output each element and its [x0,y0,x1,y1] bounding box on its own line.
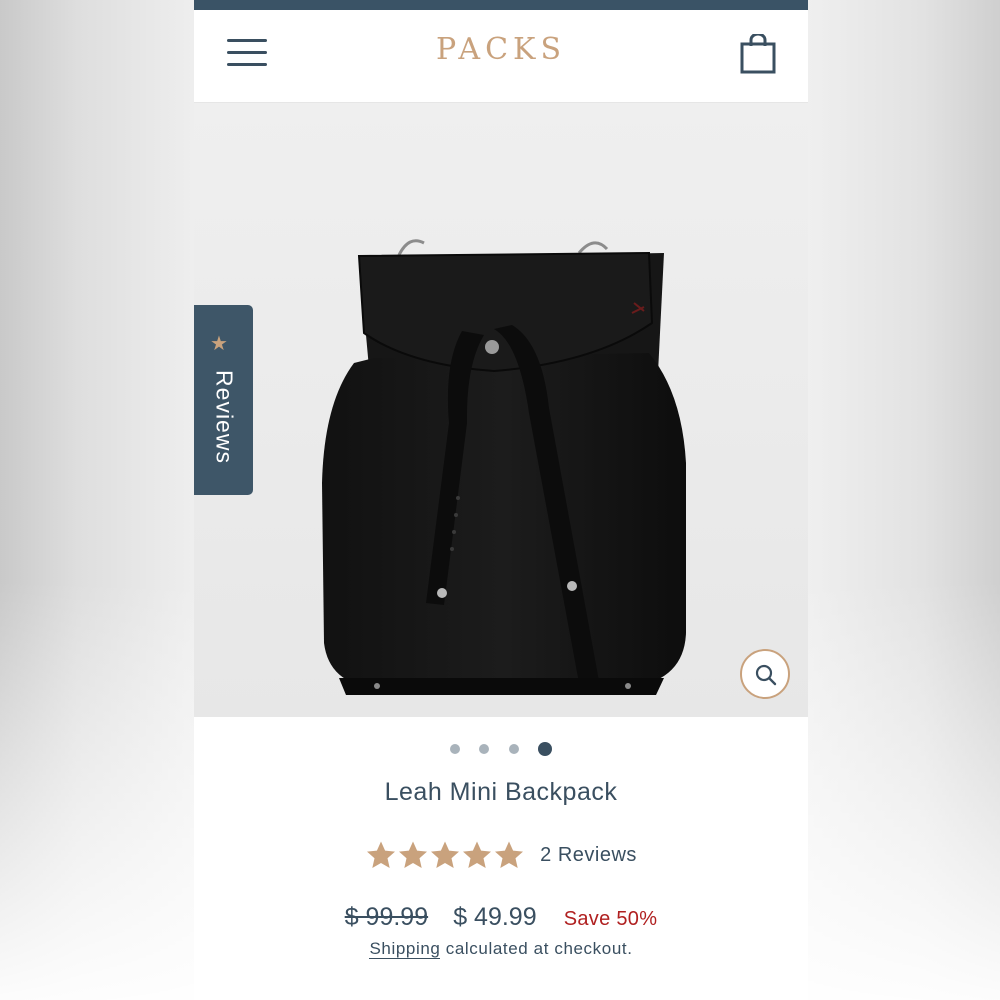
original-price: $ 99.99 [344,903,429,931]
gallery-dot-2[interactable] [479,743,490,754]
gallery-pagination [194,738,808,756]
mobile-page: PACKS ★ Reviews Leah Mini Backpack 2 Rev… [194,0,808,1000]
gallery-dot-3[interactable] [508,743,519,754]
shipping-note: Shipping calculated at checkout. [194,939,808,959]
reviews-side-tab[interactable]: ★ Reviews [194,305,253,495]
rating-star-icon [463,841,492,868]
sale-price: $ 49.99 [453,903,537,931]
rating-star-icon [399,841,428,868]
reviews-tab-label: Reviews [211,370,238,464]
gallery-dot-1[interactable] [450,743,461,754]
store-logo[interactable]: PACKS [194,32,808,67]
shipping-note-text: calculated at checkout. [440,939,633,958]
product-rating: 2 Reviews [194,840,808,880]
rating-star-icon [367,841,396,868]
product-title: Leah Mini Backpack [384,778,618,806]
search-icon [755,664,777,686]
backdrop-left [0,0,194,1000]
star-icon: ★ [210,331,228,355]
backdrop-right [808,0,1000,1000]
top-accent-bar [194,0,808,10]
zoom-button[interactable] [740,649,790,699]
shipping-policy-link[interactable]: Shipping [369,939,441,959]
product-gallery[interactable] [194,103,808,717]
site-header: PACKS [194,10,808,103]
rating-stars[interactable] [365,840,525,870]
rating-star-icon [495,841,524,868]
shopping-bag-icon[interactable] [740,32,776,74]
gallery-dot-4[interactable] [537,741,552,756]
review-count-link[interactable]: 2 Reviews [540,844,637,867]
product-image-backpack[interactable] [194,103,808,717]
rating-star-icon [431,841,460,868]
price-row: $ 99.99 $ 49.99 Save 50% [194,903,808,932]
save-badge: Save 50% [563,908,658,930]
